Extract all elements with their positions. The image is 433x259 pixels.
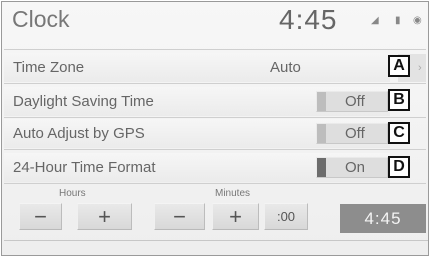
toggle-state: On [345, 159, 366, 176]
hours-plus-button[interactable]: + [77, 203, 132, 230]
daylight-saving-row[interactable]: Daylight Saving Time Off [4, 87, 390, 116]
time-zone-row[interactable]: Time Zone Auto [4, 53, 390, 82]
toggle-indicator [317, 158, 326, 177]
header-divider [4, 49, 426, 50]
row-divider [4, 183, 426, 184]
row-divider [4, 83, 426, 84]
time-zone-value: Auto [270, 59, 301, 76]
toggle-indicator [317, 124, 326, 143]
callout-d: D [388, 156, 410, 178]
auto-adjust-gps-toggle[interactable]: Off [316, 123, 388, 144]
toggle-indicator [317, 92, 326, 111]
auto-adjust-gps-row[interactable]: Auto Adjust by GPS Off [4, 119, 390, 148]
battery-icon: ▮ [395, 15, 401, 26]
page-title: Clock [12, 6, 70, 32]
signal-icon: ◢ [371, 15, 379, 26]
time-display: 4:45 [340, 204, 426, 233]
minutes-label: Minutes [215, 188, 251, 199]
row-divider [4, 117, 426, 118]
hours-minus-button[interactable]: − [19, 203, 62, 230]
24-hour-format-row[interactable]: 24-Hour Time Format On [4, 153, 390, 182]
minutes-plus-button[interactable]: + [212, 203, 259, 230]
callout-a: A [388, 55, 410, 77]
minutes-minus-button[interactable]: − [154, 203, 205, 230]
daylight-saving-toggle[interactable]: Off [316, 91, 388, 112]
daylight-saving-label: Daylight Saving Time [13, 93, 154, 110]
callout-c: C [388, 122, 410, 144]
toggle-state: Off [345, 93, 365, 110]
time-zone-label: Time Zone [13, 59, 85, 76]
settings-icon: ◉ [413, 15, 422, 26]
auto-adjust-gps-label: Auto Adjust by GPS [13, 125, 145, 142]
callout-b: B [388, 89, 410, 111]
reset-minutes-button[interactable]: :00 [264, 203, 308, 230]
bottom-divider [4, 240, 428, 241]
toggle-state: Off [345, 125, 365, 142]
row-divider [4, 149, 426, 150]
24-hour-format-label: 24-Hour Time Format [13, 159, 156, 176]
clock-screen: Clock 4:45 ◢ ▮ ◉ Time Zone Auto › Daylig… [1, 1, 429, 256]
header-clock: 4:45 [279, 4, 338, 35]
hours-label: Hours [59, 188, 86, 199]
24-hour-format-toggle[interactable]: On [316, 157, 388, 178]
